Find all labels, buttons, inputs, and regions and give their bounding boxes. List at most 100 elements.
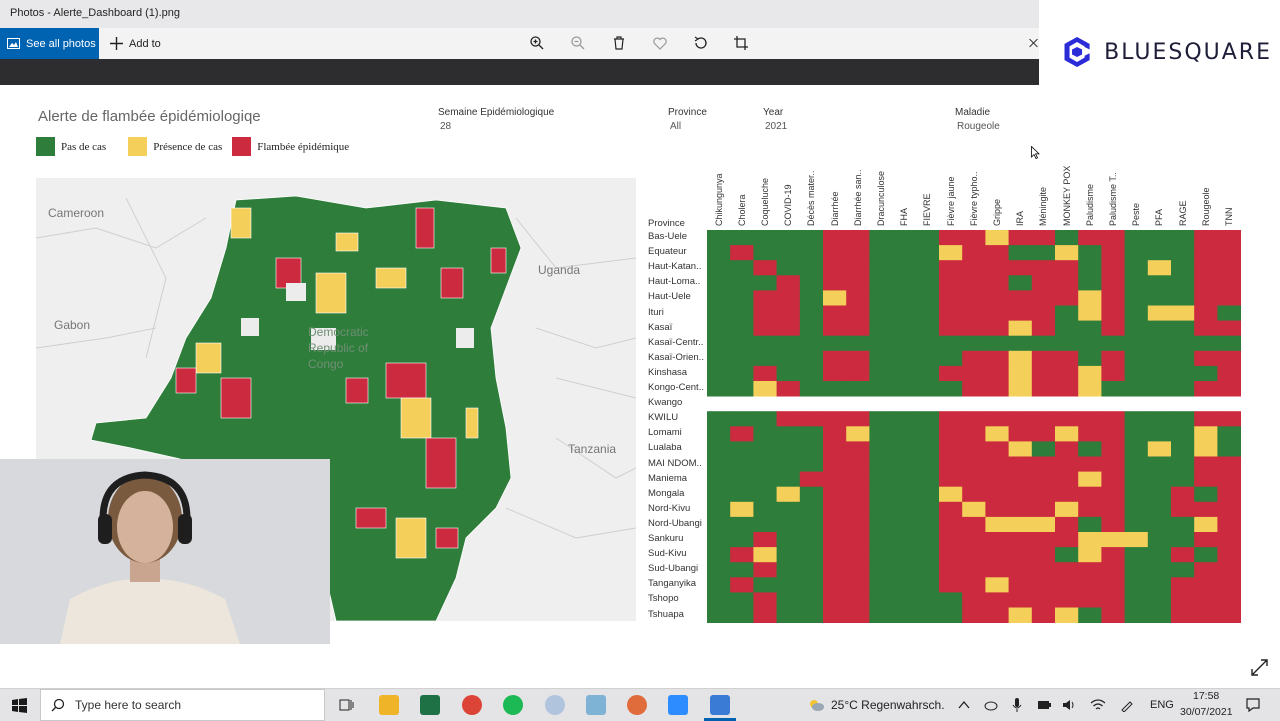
heatmap-cell[interactable]	[869, 441, 893, 457]
heatmap-cell[interactable]	[1124, 381, 1149, 397]
heatmap-cell[interactable]	[799, 426, 824, 442]
heatmap-cell[interactable]	[1217, 547, 1241, 563]
heatmap-cell[interactable]	[1008, 547, 1033, 563]
heatmap-cell[interactable]	[1055, 607, 1079, 624]
heatmap-cell[interactable]	[869, 245, 893, 261]
heatmap-cell[interactable]	[799, 411, 824, 427]
heatmap-cell[interactable]	[915, 305, 940, 322]
heatmap-cell[interactable]	[776, 516, 801, 533]
heatmap-cell[interactable]	[799, 592, 824, 608]
heatmap-cell[interactable]	[892, 245, 917, 261]
heatmap-cell[interactable]	[1031, 516, 1056, 533]
heatmap-cell[interactable]	[985, 245, 1009, 261]
heatmap-cell[interactable]	[823, 365, 847, 382]
heatmap-cell[interactable]	[1217, 607, 1241, 624]
heatmap-cell[interactable]	[985, 275, 1009, 291]
heatmap-cell[interactable]	[985, 532, 1009, 548]
heatmap-cell[interactable]	[1171, 441, 1195, 457]
heatmap-cell[interactable]	[915, 230, 940, 246]
heatmap-cell[interactable]	[1008, 486, 1033, 503]
heatmap-cell[interactable]	[707, 290, 731, 306]
heatmap-cell[interactable]	[1031, 381, 1056, 397]
heatmap-cell[interactable]	[892, 426, 917, 442]
heatmap-cell[interactable]	[939, 501, 963, 518]
heatmap-cell[interactable]	[1008, 335, 1033, 352]
heatmap-cell[interactable]	[730, 592, 754, 608]
heatmap-cell[interactable]	[1171, 456, 1195, 473]
heatmap-cell[interactable]	[962, 275, 986, 291]
heatmap-cell[interactable]	[730, 305, 754, 322]
crop-button[interactable]	[732, 34, 750, 52]
heatmap-cell[interactable]	[776, 335, 801, 352]
heatmap-cell[interactable]	[1008, 320, 1033, 337]
heatmap-cell[interactable]	[1101, 350, 1125, 367]
heatmap-cell[interactable]	[776, 381, 801, 397]
heatmap-cell[interactable]	[869, 456, 893, 473]
heatmap-cell[interactable]	[730, 260, 754, 276]
heatmap-cell[interactable]	[869, 365, 893, 382]
heatmap-cell[interactable]	[1055, 441, 1079, 457]
heatmap-cell[interactable]	[1078, 381, 1102, 397]
heatmap-cell[interactable]	[823, 230, 847, 246]
heatmap-cell[interactable]	[846, 441, 870, 457]
heatmap-cell[interactable]	[939, 607, 963, 624]
heatmap-cell[interactable]	[869, 516, 893, 533]
heatmap-cell[interactable]	[1171, 365, 1195, 382]
heatmap-cell[interactable]	[869, 471, 893, 488]
heatmap-cell[interactable]	[892, 230, 917, 246]
heatmap-cell[interactable]	[869, 350, 893, 367]
notifications-icon[interactable]	[1245, 697, 1261, 713]
heatmap-cell[interactable]	[869, 320, 893, 337]
heatmap-cell[interactable]	[776, 411, 801, 427]
heatmap-cell[interactable]	[1078, 411, 1102, 427]
heatmap-cell[interactable]	[892, 607, 917, 624]
heatmap-cell[interactable]	[1078, 471, 1102, 488]
heatmap-cell[interactable]	[985, 501, 1009, 518]
heatmap-cell[interactable]	[869, 230, 893, 246]
heatmap-cell[interactable]	[939, 471, 963, 488]
heatmap-cell[interactable]	[1217, 320, 1241, 337]
task-view-icon[interactable]	[339, 697, 355, 713]
heatmap-cell[interactable]	[846, 471, 870, 488]
heatmap-cell[interactable]	[1055, 532, 1079, 548]
heatmap-cell[interactable]	[1171, 471, 1195, 488]
heatmap-cell[interactable]	[799, 516, 824, 533]
heatmap-cell[interactable]	[1008, 411, 1033, 427]
heatmap-cell[interactable]	[985, 260, 1009, 276]
heatmap-cell[interactable]	[962, 320, 986, 337]
heatmap-cell[interactable]	[730, 456, 754, 473]
heatmap-cell[interactable]	[1217, 275, 1241, 291]
heatmap-cell[interactable]	[1147, 501, 1172, 518]
heatmap-cell[interactable]	[1171, 350, 1195, 367]
heatmap-cell[interactable]	[1078, 562, 1102, 578]
heatmap-cell[interactable]	[799, 320, 824, 337]
heatmap-cell[interactable]	[823, 607, 847, 624]
heatmap-cell[interactable]	[869, 335, 893, 352]
heatmap-cell[interactable]	[753, 305, 777, 322]
heatmap-cell[interactable]	[1101, 275, 1125, 291]
heatmap-cell[interactable]	[753, 260, 777, 276]
heatmap-cell[interactable]	[823, 501, 847, 518]
heatmap-cell[interactable]	[985, 607, 1009, 624]
heatmap-cell[interactable]	[1194, 441, 1218, 457]
heatmap-cell[interactable]	[730, 516, 754, 533]
heatmap-cell[interactable]	[799, 381, 824, 397]
photos-app-icon[interactable]	[710, 695, 730, 715]
heatmap-cell[interactable]	[985, 547, 1009, 563]
heatmap-cell[interactable]	[753, 547, 777, 563]
heatmap-cell[interactable]	[985, 562, 1009, 578]
file-explorer-icon[interactable]	[379, 695, 399, 715]
heatmap-cell[interactable]	[1194, 562, 1218, 578]
heatmap-cell[interactable]	[1008, 516, 1033, 533]
heatmap-cell[interactable]	[730, 607, 754, 624]
heatmap-cell[interactable]	[1101, 230, 1125, 246]
heatmap-cell[interactable]	[869, 381, 893, 397]
heatmap-cell[interactable]	[1078, 547, 1102, 563]
heatmap-cell[interactable]	[799, 486, 824, 503]
heatmap-cell[interactable]	[985, 516, 1009, 533]
heatmap-cell[interactable]	[939, 441, 963, 457]
heatmap-cell[interactable]	[1171, 577, 1195, 593]
heatmap-cell[interactable]	[707, 245, 731, 261]
heatmap-cell[interactable]	[1217, 441, 1241, 457]
heatmap-cell[interactable]	[892, 516, 917, 533]
